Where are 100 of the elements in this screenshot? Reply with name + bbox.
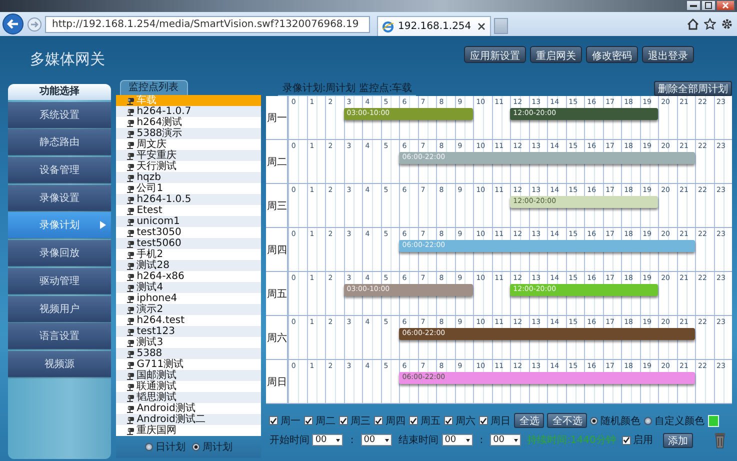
menu-item[interactable]: 视频源 [8,350,111,377]
color-swatch[interactable] [708,414,720,426]
camera-item[interactable]: 演示2 [116,304,262,315]
camera-item[interactable]: 国邮测试 [116,370,262,381]
add-button[interactable]: 添加 [662,432,693,448]
day-checkbox[interactable] [304,416,314,425]
camera-item[interactable]: 5388演示 [116,128,262,139]
camera-icon [126,382,135,390]
camera-item[interactable]: h264-1.0.7 [116,106,262,117]
duration-text: 持续时间:1440分钟 [527,434,616,447]
camera-item[interactable]: 测试4 [116,282,262,293]
camera-item[interactable]: hqzb [116,172,262,183]
field-label: 开始时间 [269,434,310,447]
menu-item[interactable]: 静态路由 [8,129,111,156]
camera-item[interactable]: 测试3 [116,337,262,348]
home-icon[interactable] [687,18,699,30]
hour-dropdown[interactable]: 00 [312,434,344,446]
camera-item[interactable]: 联通测试 [116,381,262,392]
menu-item[interactable]: 视频用户 [8,296,111,322]
day-label: 周二 [266,140,288,183]
camera-item[interactable]: unicom1 [116,216,262,227]
camera-item[interactable]: 平安重庆 [116,150,262,161]
camera-item[interactable]: Etest [116,205,262,216]
close-tab-icon[interactable] [477,22,486,31]
star-icon[interactable] [704,18,716,30]
camera-item[interactable]: 手机2 [116,249,262,260]
minimize-button[interactable] [686,0,701,11]
day-checkbox[interactable] [479,416,488,425]
plan-radio[interactable] [144,443,153,452]
day-label: 周四 [266,228,288,271]
camera-item[interactable]: 测试28 [116,260,262,271]
header-button[interactable]: 应用新设置 [464,46,526,63]
maximize-button[interactable] [701,0,716,11]
minute-dropdown[interactable]: 00 [360,434,392,446]
radio-label: 自定义颜色 [654,414,704,428]
checkbox-label: 周四 [385,414,406,428]
trash-icon[interactable] [714,431,726,449]
camera-item[interactable]: 周文庆 [116,139,262,150]
color-radio[interactable] [644,416,652,424]
browser-tab[interactable]: 192.168.1.254 [377,16,491,36]
minute-dropdown[interactable]: 00 [490,434,522,446]
menu-item[interactable]: 驱动管理 [8,268,111,294]
camera-item[interactable]: test3050 [116,227,262,238]
camera-item[interactable]: h264.test [116,315,262,326]
close-button[interactable] [716,0,735,11]
enable-checkbox[interactable] [622,436,631,444]
day-checkbox[interactable] [269,416,278,425]
check-icon [445,416,452,424]
camera-item[interactable]: test5060 [116,238,262,249]
select-none-button[interactable]: 全不选 [547,413,588,428]
settings-icon[interactable] [721,18,733,30]
check-icon [305,416,312,424]
camera-item[interactable]: 重庆国网 [116,425,262,436]
radio-label: 周计划 [202,442,233,453]
check-icon [410,416,418,424]
menu-item[interactable]: 录像设置 [8,184,111,211]
camera-item[interactable]: 公司1 [116,183,262,194]
plan-radio[interactable] [192,443,200,452]
camera-item[interactable]: h264-1.0.5 [116,194,262,205]
header-button[interactable]: 修改密码 [586,46,638,63]
day-checkbox[interactable] [339,416,348,425]
camera-item[interactable]: 天行测试 [116,161,262,172]
day-checkbox[interactable] [444,416,454,425]
day-checkbox[interactable] [374,416,384,425]
camera-icon [126,184,135,192]
menu-item[interactable]: 录像回放 [8,240,111,266]
separator-label: : [480,434,484,446]
delete-all-button[interactable]: 删除全部周计划 [654,80,732,96]
camera-icon [126,250,135,258]
camera-item[interactable]: 5388 [116,348,262,359]
camera-item[interactable]: G711测试 [116,359,262,370]
camera-item[interactable]: h264-x86 [116,271,262,282]
camera-item[interactable]: 韬思测试 [116,392,262,403]
menu-item[interactable]: 设备管理 [8,157,111,184]
camera-icon [126,350,135,358]
checkbox-label: 周六 [455,414,476,428]
close-icon [722,2,729,9]
day-checkbox[interactable] [409,416,418,425]
camera-item[interactable]: Android测试 [116,403,262,414]
camera-item[interactable]: Android测试二 [116,414,262,425]
address-field[interactable]: http://192.168.1.254/media/SmartVision.swf?1320076968.19 [45,16,370,32]
header-button[interactable]: 退出登录 [642,46,694,63]
camera-icon [126,174,135,182]
camera-icon [126,426,135,434]
camera-icon [126,206,135,214]
camera-icon [126,394,135,402]
select-all-button[interactable]: 全选 [514,413,544,428]
header-button[interactable]: 重启网关 [530,46,582,63]
camera-item[interactable]: h264测试 [116,117,262,128]
color-radio[interactable] [590,416,598,424]
camera-item[interactable]: iphone4 [116,293,262,304]
camera-icon [126,108,135,116]
camera-item[interactable]: test123 [116,326,262,337]
camera-icon [126,96,135,104]
hour-dropdown[interactable]: 00 [442,434,473,446]
camera-icon [126,360,135,368]
radio-label: 随机颜色 [600,414,640,428]
menu-item[interactable]: 系统设置 [8,102,111,128]
back-button[interactable] [2,13,24,35]
menu-item[interactable]: 语言设置 [8,323,111,350]
